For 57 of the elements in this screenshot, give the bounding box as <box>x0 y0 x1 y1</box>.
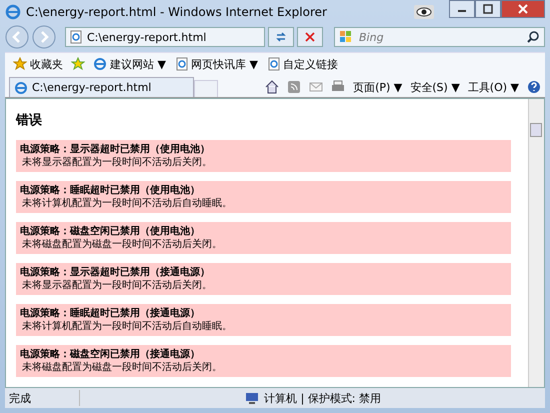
command-menu[interactable]: 页面(P) ▼ <box>353 80 402 94</box>
favorites-item[interactable]: 自定义链接 <box>266 56 340 72</box>
scroll-thumb[interactable] <box>530 123 542 137</box>
star-icon <box>13 57 27 71</box>
close-button[interactable] <box>501 0 545 18</box>
computer-icon <box>245 391 260 405</box>
maximize-icon <box>483 4 493 14</box>
refresh-icon <box>274 30 288 44</box>
home-icon[interactable] <box>265 80 280 94</box>
eye-icon[interactable] <box>414 5 434 19</box>
refresh-button[interactable] <box>268 27 294 47</box>
page-icon <box>268 57 280 71</box>
error-title: 电源策略：磁盘空闲已禁用（接通电源） <box>20 348 201 361</box>
security-zone: 计算机 | 保护模式: 禁用 <box>264 390 381 406</box>
windows-flag-icon <box>339 30 353 44</box>
window-title: C:\energy-report.html - Windows Internet Explorer <box>26 5 328 19</box>
status-text: 完成 <box>9 390 31 406</box>
maximize-button[interactable] <box>475 0 501 18</box>
stop-button[interactable] <box>297 27 323 47</box>
error-title: 电源策略：磁盘空闲已禁用（使用电池） <box>20 225 201 238</box>
browser-logo-icon <box>14 80 28 94</box>
search-icon[interactable] <box>526 30 540 44</box>
help-icon[interactable] <box>527 80 541 94</box>
browser-logo-icon <box>5 4 21 20</box>
page-icon <box>176 57 188 71</box>
scrollbar[interactable] <box>528 99 544 387</box>
error-detail: 未将磁盘配置为磁盘一段时间不活动后关闭。 <box>21 361 223 374</box>
error-detail: 未将计算机配置为一段时间不活动后自动睡眠。 <box>21 197 233 210</box>
error-detail: 未将磁盘配置为磁盘一段时间不活动后关闭。 <box>21 238 223 251</box>
stop-icon <box>303 30 317 44</box>
favorites-item[interactable]: 收藏夹 <box>11 56 65 72</box>
error-detail: 未将显示器配置为一段时间不活动后关闭。 <box>21 156 213 169</box>
command-menu[interactable]: 安全(S) ▼ <box>410 80 460 94</box>
back-button[interactable] <box>5 25 29 49</box>
forward-button[interactable] <box>32 25 56 49</box>
section-heading: 错误 <box>16 112 43 129</box>
error-title: 电源策略：睡眠超时已禁用（接通电源） <box>20 307 201 320</box>
close-icon <box>518 4 528 14</box>
feed-icon[interactable] <box>287 80 302 94</box>
favorites-item[interactable]: 建议网站 ▼ <box>91 56 168 72</box>
address-field[interactable]: C:\energy-report.html <box>65 27 265 47</box>
add-favorite-icon[interactable] <box>71 57 85 71</box>
favorites-item[interactable]: 网页快讯库 ▼ <box>174 56 260 72</box>
error-title: 电源策略：显示器超时已禁用（使用电池） <box>20 143 211 156</box>
minimize-button[interactable] <box>449 0 475 18</box>
error-detail: 未将显示器配置为一段时间不活动后关闭。 <box>21 279 213 292</box>
browser-tab[interactable]: C:\energy-report.html <box>9 77 194 97</box>
page-icon <box>70 30 82 44</box>
print-icon[interactable] <box>331 80 346 94</box>
browser-logo-icon <box>93 57 107 71</box>
command-menu[interactable]: 工具(O) ▼ <box>468 80 519 94</box>
error-detail: 未将计算机配置为一段时间不活动后自动睡眠。 <box>21 320 233 333</box>
search-field[interactable]: Bing <box>357 30 522 44</box>
error-title: 电源策略：显示器超时已禁用（接通电源） <box>20 266 211 279</box>
error-title: 电源策略：睡眠超时已禁用（使用电池） <box>20 184 201 197</box>
mail-icon[interactable] <box>309 80 324 94</box>
search-bar[interactable]: Bing <box>334 27 545 47</box>
